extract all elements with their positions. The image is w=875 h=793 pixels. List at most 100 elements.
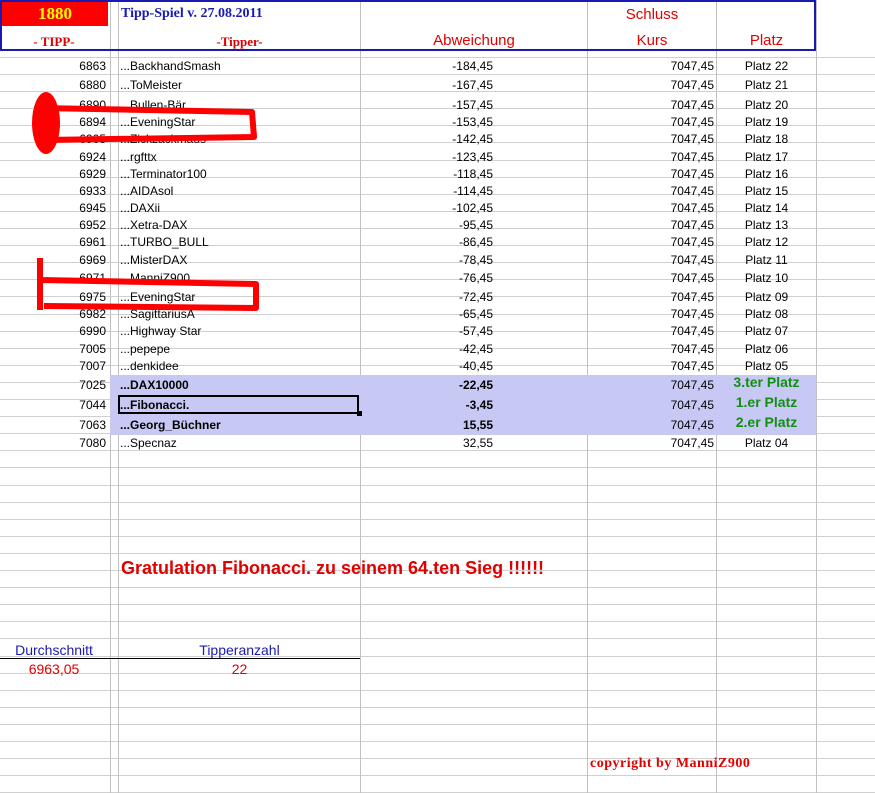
table-row[interactable]: 7025 ...DAX10000 -22,45 7047,45 3.ter Platz — [0, 374, 816, 393]
platz-cell[interactable]: 2.er Platz — [717, 414, 816, 430]
tipper-cell[interactable]: ...pepepe — [120, 341, 358, 357]
abweichung-cell[interactable]: -76,45 — [361, 270, 493, 286]
kurs-cell[interactable]: 7047,45 — [588, 270, 714, 286]
tipp-cell[interactable]: 6952 — [0, 217, 106, 233]
abweichung-cell[interactable]: -142,45 — [361, 131, 493, 147]
tipper-cell[interactable]: ...Terminator100 — [120, 166, 358, 182]
tipp-cell[interactable]: 6945 — [0, 200, 106, 216]
kurs-cell[interactable]: 7047,45 — [588, 183, 714, 199]
kurs-cell[interactable]: 7047,45 — [588, 217, 714, 233]
table-row[interactable]: 6905 ...Zickzackmaus -142,45 7047,45 Platz 1… — [0, 131, 816, 147]
platz-cell[interactable]: Platz 07 — [717, 323, 816, 339]
tipp-cell[interactable]: 7025 — [0, 377, 106, 393]
kurs-cell[interactable]: 7047,45 — [588, 377, 714, 393]
tipper-cell[interactable]: ...Xetra-DAX — [120, 217, 358, 233]
platz-cell[interactable]: Platz 11 — [717, 252, 816, 268]
kurs-cell[interactable]: 7047,45 — [588, 234, 714, 250]
abweichung-cell[interactable]: -40,45 — [361, 358, 493, 374]
tipper-cell[interactable]: ...ManniZ900 — [120, 270, 358, 286]
table-row[interactable]: 7063 ...Georg_Büchner 15,55 7047,45 2.er Pla… — [0, 414, 816, 433]
platz-cell[interactable]: Platz 04 — [717, 435, 816, 451]
tipp-cell[interactable]: 7005 — [0, 341, 106, 357]
tipp-cell[interactable]: 6894 — [0, 114, 106, 130]
selected-cell[interactable] — [118, 395, 359, 414]
table-row[interactable]: 6945 ...DAXii -102,45 7047,45 Platz 14 — [0, 200, 816, 216]
platz-cell[interactable]: Platz 08 — [717, 306, 816, 322]
tipp-cell[interactable]: 6975 — [0, 289, 106, 305]
tipp-cell[interactable]: 6961 — [0, 234, 106, 250]
table-row[interactable]: 7005 ...pepepe -42,45 7047,45 Platz 06 — [0, 341, 816, 357]
tipper-cell[interactable]: ...Bullen-Bär — [120, 97, 358, 113]
platz-cell[interactable]: 3.ter Platz — [717, 374, 816, 390]
tipp-cell[interactable]: 6990 — [0, 323, 106, 339]
abweichung-cell[interactable]: -86,45 — [361, 234, 493, 250]
kurs-cell[interactable]: 7047,45 — [588, 397, 714, 413]
table-row[interactable]: 6969 ...MisterDAX -78,45 7047,45 Platz 11 — [0, 252, 816, 268]
tipper-cell[interactable]: ...Highway Star — [120, 323, 358, 339]
tipper-cell[interactable]: ...rgfttx — [120, 149, 358, 165]
table-row[interactable]: 6890 ...Bullen-Bär -157,45 7047,45 Platz 20 — [0, 97, 816, 113]
abweichung-cell[interactable]: -123,45 — [361, 149, 493, 165]
tipper-cell[interactable]: ...BackhandSmash — [120, 58, 358, 74]
tipp-cell[interactable]: 7044 — [0, 397, 106, 413]
abweichung-cell[interactable]: -57,45 — [361, 323, 493, 339]
tipp-cell[interactable]: 6929 — [0, 166, 106, 182]
tipp-cell[interactable]: 6905 — [0, 131, 106, 147]
kurs-cell[interactable]: 7047,45 — [588, 341, 714, 357]
tipper-cell[interactable]: ...Zickzackmaus — [120, 131, 358, 147]
platz-cell[interactable]: Platz 21 — [717, 77, 816, 93]
abweichung-cell[interactable]: 32,55 — [361, 435, 493, 451]
tipp-cell[interactable]: 6971 — [0, 270, 106, 286]
tipp-cell[interactable]: 6924 — [0, 149, 106, 165]
tipp-cell[interactable]: 6933 — [0, 183, 106, 199]
table-row[interactable]: 6975 ...EveningStar -72,45 7047,45 Platz 09 — [0, 289, 816, 305]
kurs-cell[interactable]: 7047,45 — [588, 200, 714, 216]
tipp-cell[interactable]: 6880 — [0, 77, 106, 93]
platz-cell[interactable]: 1.er Platz — [717, 394, 816, 410]
fill-handle[interactable] — [357, 411, 362, 416]
table-row[interactable]: 6952 ...Xetra-DAX -95,45 7047,45 Platz 13 — [0, 217, 816, 233]
tipper-cell[interactable]: ...EveningStar — [120, 114, 358, 130]
abweichung-cell[interactable]: -3,45 — [361, 397, 493, 413]
kurs-cell[interactable]: 7047,45 — [588, 435, 714, 451]
kurs-cell[interactable]: 7047,45 — [588, 97, 714, 113]
tipper-cell[interactable]: ...Georg_Büchner — [120, 417, 358, 433]
tipper-cell[interactable]: ...EveningStar — [120, 289, 358, 305]
platz-cell[interactable]: Platz 18 — [717, 131, 816, 147]
tipper-cell[interactable]: ...SagittariusA — [120, 306, 358, 322]
abweichung-cell[interactable]: -157,45 — [361, 97, 493, 113]
table-row[interactable]: 6880 ...ToMeister -167,45 7047,45 Platz 21 — [0, 77, 816, 93]
tipper-cell[interactable]: ...Specnaz — [120, 435, 358, 451]
platz-cell[interactable]: Platz 09 — [717, 289, 816, 305]
table-row[interactable]: 6971 ...ManniZ900 -76,45 7047,45 Platz 10 — [0, 270, 816, 286]
table-row[interactable]: 6990 ...Highway Star -57,45 7047,45 Platz 07 — [0, 323, 816, 339]
platz-cell[interactable]: Platz 13 — [717, 217, 816, 233]
platz-cell[interactable]: Platz 20 — [717, 97, 816, 113]
abweichung-cell[interactable]: 15,55 — [361, 417, 493, 433]
tipper-cell[interactable]: ...denkidee — [120, 358, 358, 374]
abweichung-cell[interactable]: -78,45 — [361, 252, 493, 268]
tipp-cell[interactable]: 7007 — [0, 358, 106, 374]
abweichung-cell[interactable]: -118,45 — [361, 166, 493, 182]
abweichung-cell[interactable]: -102,45 — [361, 200, 493, 216]
table-row[interactable]: 7080 ...Specnaz 32,55 7047,45 Platz 04 — [0, 435, 816, 451]
platz-cell[interactable]: Platz 16 — [717, 166, 816, 182]
table-row[interactable]: 7007 ...denkidee -40,45 7047,45 Platz 05 — [0, 358, 816, 374]
kurs-cell[interactable]: 7047,45 — [588, 289, 714, 305]
table-row[interactable]: 6894 ...EveningStar -153,45 7047,45 Platz 19 — [0, 114, 816, 130]
kurs-cell[interactable]: 7047,45 — [588, 358, 714, 374]
abweichung-cell[interactable]: -42,45 — [361, 341, 493, 357]
table-row[interactable]: 6933 ...AIDAsol -114,45 7047,45 Platz 15 — [0, 183, 816, 199]
abweichung-cell[interactable]: -184,45 — [361, 58, 493, 74]
kurs-cell[interactable]: 7047,45 — [588, 417, 714, 433]
kurs-cell[interactable]: 7047,45 — [588, 77, 714, 93]
abweichung-cell[interactable]: -167,45 — [361, 77, 493, 93]
kurs-cell[interactable]: 7047,45 — [588, 166, 714, 182]
platz-cell[interactable]: Platz 12 — [717, 234, 816, 250]
table-row[interactable]: 6961 ...TURBO_BULL -86,45 7047,45 Platz 12 — [0, 234, 816, 250]
tipper-cell[interactable]: ...ToMeister — [120, 77, 358, 93]
abweichung-cell[interactable]: -114,45 — [361, 183, 493, 199]
platz-cell[interactable]: Platz 17 — [717, 149, 816, 165]
platz-cell[interactable]: Platz 05 — [717, 358, 816, 374]
table-row[interactable]: 6863 ...BackhandSmash -184,45 7047,45 Platz … — [0, 58, 816, 74]
